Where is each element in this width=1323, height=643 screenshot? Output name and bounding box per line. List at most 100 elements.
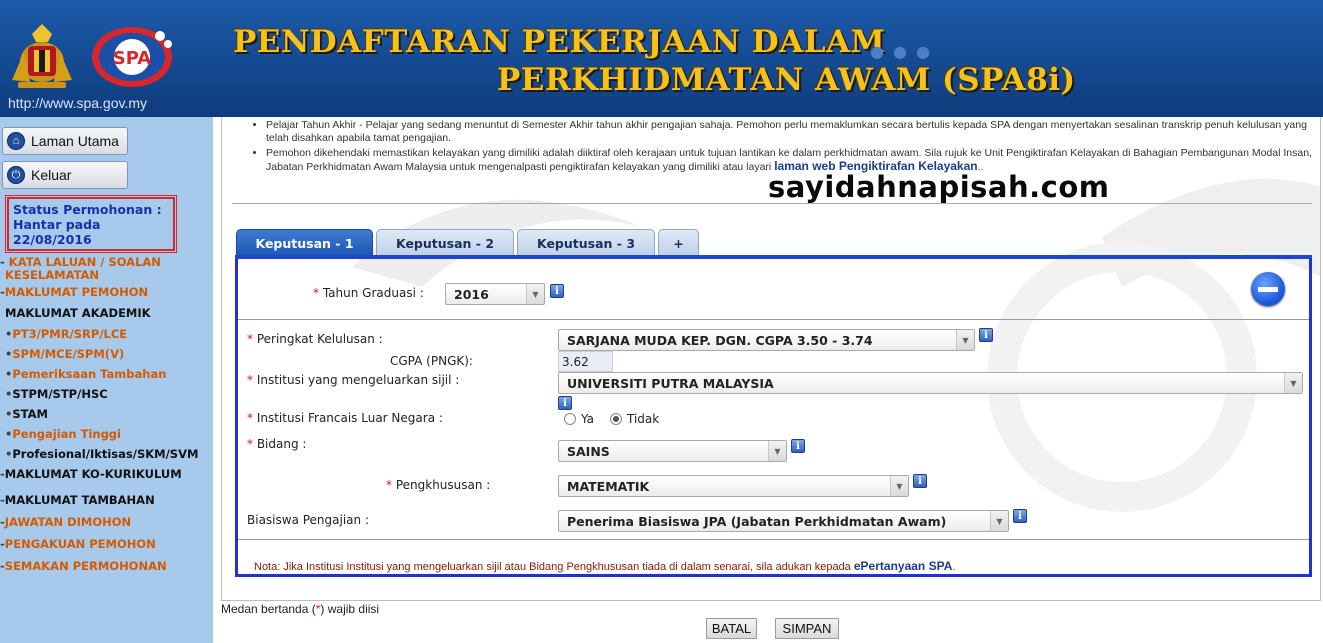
peringkat-value: SARJANA MUDA KEP. DGN. CGPA 3.50 - 3.74 (567, 332, 873, 348)
remove-result-button[interactable] (1251, 272, 1285, 306)
chevron-down-icon: ▼ (990, 511, 1008, 531)
status-line1: Status Permohonan : (13, 202, 162, 217)
power-icon: ⏻ (7, 166, 25, 184)
sidebar-item-label: Pemeriksaan Tambahan (12, 367, 167, 381)
pengkhususan-value: MATEMATIK (567, 478, 650, 494)
info-icon[interactable]: i (558, 396, 572, 410)
spa-logo-text: SPA (113, 48, 152, 69)
biasiswa-value: Penerima Biasiswa JPA (Jabatan Perkhidma… (567, 513, 947, 529)
main-content: Pelajar Tahun Akhir - Pelajar yang sedan… (221, 117, 1321, 601)
tahun-graduasi-value: 2016 (454, 286, 489, 302)
tab-keputusan-2[interactable]: Keputusan - 2 (376, 229, 514, 257)
radio-circle (564, 413, 576, 425)
sidebar-item-label: JAWATAN DIMOHON (4, 515, 132, 529)
instruction-list: Pelajar Tahun Akhir - Pelajar yang sedan… (252, 119, 1312, 176)
application-status-box: Status Permohonan : Hantar pada 22/08/20… (5, 195, 177, 253)
save-button[interactable]: SIMPAN (775, 618, 839, 639)
sidebar-item-pengajian-tinggi[interactable]: •Pengajian Tinggi (5, 428, 121, 441)
sidebar-item-label: PENGAKUAN PEMOHON (4, 537, 156, 551)
site-url: http://www.spa.gov.my (8, 95, 148, 111)
row-divider (238, 319, 1309, 320)
chevron-down-icon: ▼ (1284, 373, 1302, 393)
chevron-down-icon: ▼ (890, 476, 908, 496)
sidebar-item-label: SPM/MCE/SPM(V) (12, 347, 125, 361)
radio-circle-selected (610, 413, 622, 425)
cgpa-input[interactable]: 3.62 (558, 351, 613, 372)
chevron-down-icon: ▼ (768, 441, 786, 461)
sidebar-item-jawatan-dimohon[interactable]: -JAWATAN DIMOHON (0, 516, 131, 529)
sidebar-item-label: MAKLUMAT PEMOHON (4, 285, 149, 299)
decorative-dots: ● ● ● (870, 42, 933, 61)
home-button-label: Laman Utama (31, 133, 119, 149)
tab-add[interactable]: + (658, 229, 699, 257)
sidebar-item-label: MAKLUMAT KO-KURIKULUM (4, 467, 182, 481)
keputusan-form: * Tahun Graduasi : 2016 ▼ i * Peringkat … (235, 259, 1312, 577)
tahun-graduasi-select[interactable]: 2016 ▼ (445, 283, 545, 305)
divider (232, 203, 1312, 204)
sidebar-item-stam[interactable]: •STAM (5, 408, 48, 421)
sidebar-item-stpm[interactable]: •STPM/STP/HSC (5, 388, 108, 401)
bidang-select[interactable]: SAINS ▼ (558, 440, 787, 462)
sidebar-item-profesional[interactable]: •Profesional/Iktisas/SKM/SVM (5, 448, 198, 461)
info-icon[interactable]: i (550, 284, 564, 298)
sidebar-item-label: MAKLUMAT TAMBAHAN (4, 493, 155, 507)
cgpa-label: CGPA (PNGK): (390, 354, 473, 368)
page-header: SPA http://www.spa.gov.my PENDAFTARAN PE… (0, 0, 1323, 117)
pengkhususan-label: * Pengkhususan : (386, 478, 491, 492)
note-text: Nota: Jika Institusi Institusi yang meng… (254, 559, 956, 573)
info-icon[interactable]: i (1013, 509, 1027, 523)
minus-icon (1258, 286, 1278, 292)
sidebar-item-pengakuan-pemohon[interactable]: -PENGAKUAN PEMOHON (0, 538, 156, 551)
info-icon[interactable]: i (979, 328, 993, 342)
sidebar-item-label: KATA LALUAN / SOALAN (8, 255, 161, 269)
sidebar-item-maklumat-tambahan[interactable]: -MAKLUMAT TAMBAHAN (0, 494, 155, 507)
sidebar-item-pemeriksaan-tambahan[interactable]: •Pemeriksaan Tambahan (5, 368, 166, 381)
sidebar-item-pt3[interactable]: •PT3/PMR/SRP/LCE (5, 328, 127, 341)
sidebar-item-label: Profesional/Iktisas/SKM/SVM (12, 447, 199, 461)
institusi-value: UNIVERSITI PUTRA MALAYSIA (567, 375, 774, 391)
cancel-button[interactable]: BATAL (706, 618, 757, 639)
page-title-line2: PERKHIDMATAN AWAM (SPA8i) (497, 62, 1076, 98)
logout-button[interactable]: ⏻ Keluar (2, 161, 128, 189)
mandatory-note: Medan bertanda (*) wajib diisi (221, 602, 380, 616)
sidebar-item-ko-kurikulum[interactable]: -MAKLUMAT KO-KURIKULUM (0, 468, 182, 481)
sidebar-item-maklumat-pemohon[interactable]: -MAKLUMAT PEMOHON (0, 286, 148, 299)
sidebar-item-label: MAKLUMAT AKADEMIK (5, 306, 151, 320)
home-icon: ⌂ (7, 132, 25, 150)
chevron-down-icon: ▼ (526, 284, 544, 304)
tab-keputusan-3[interactable]: Keputusan - 3 (517, 229, 655, 257)
page-title-line1: PENDAFTARAN PEKERJAAN DALAM (233, 24, 886, 60)
row-divider (238, 539, 1309, 540)
sidebar-item-label2: KESELAMATAN (5, 268, 100, 282)
francais-label: * Institusi Francais Luar Negara : (247, 411, 443, 425)
bidang-label: * Bidang : (247, 437, 307, 451)
peringkat-label: * Peringkat Kelulusan : (247, 332, 383, 346)
instruction-item: Pelajar Tahun Akhir - Pelajar yang sedan… (266, 119, 1312, 145)
status-line3: 22/08/2016 (13, 232, 92, 247)
tahun-graduasi-label: * Tahun Graduasi : (313, 286, 424, 300)
institusi-select[interactable]: UNIVERSITI PUTRA MALAYSIA ▼ (558, 372, 1303, 394)
sidebar: ⌂ Laman Utama ⏻ Keluar Status Permohonan… (0, 117, 213, 643)
sidebar-item-semakan-permohonan[interactable]: -SEMAKAN PERMOHONAN (0, 560, 167, 573)
sidebar-item-spm[interactable]: •SPM/MCE/SPM(V) (5, 348, 124, 361)
tab-keputusan-1[interactable]: Keputusan - 1 (236, 229, 373, 257)
site-watermark-text: sayidahnapisah.com (768, 170, 1110, 204)
sidebar-item-maklumat-akademik[interactable]: MAKLUMAT AKADEMIK (5, 307, 151, 320)
peringkat-select[interactable]: SARJANA MUDA KEP. DGN. CGPA 3.50 - 3.74 … (558, 329, 975, 351)
chevron-down-icon: ▼ (956, 330, 974, 350)
pengkhususan-select[interactable]: MATEMATIK ▼ (558, 475, 909, 497)
sidebar-item-label: Pengajian Tinggi (12, 427, 121, 441)
radio-tidak[interactable]: Tidak (610, 412, 659, 426)
sidebar-item-kata-laluan[interactable]: - KATA LALUAN / SOALAN KESELAMATAN (0, 256, 161, 282)
epertanyaan-link[interactable]: ePertanyaan SPA (854, 559, 953, 573)
malaysia-coat-of-arms-logo (12, 24, 72, 88)
sidebar-item-label: STPM/STP/HSC (12, 387, 108, 401)
info-icon[interactable]: i (913, 474, 927, 488)
sidebar-item-label: SEMAKAN PERMOHONAN (4, 559, 167, 573)
radio-ya[interactable]: Ya (564, 412, 594, 426)
info-icon[interactable]: i (791, 439, 805, 453)
sidebar-item-label: STAM (12, 407, 48, 421)
home-button[interactable]: ⌂ Laman Utama (2, 127, 128, 155)
biasiswa-label: Biasiswa Pengajian : (247, 513, 369, 527)
biasiswa-select[interactable]: Penerima Biasiswa JPA (Jabatan Perkhidma… (558, 510, 1009, 532)
